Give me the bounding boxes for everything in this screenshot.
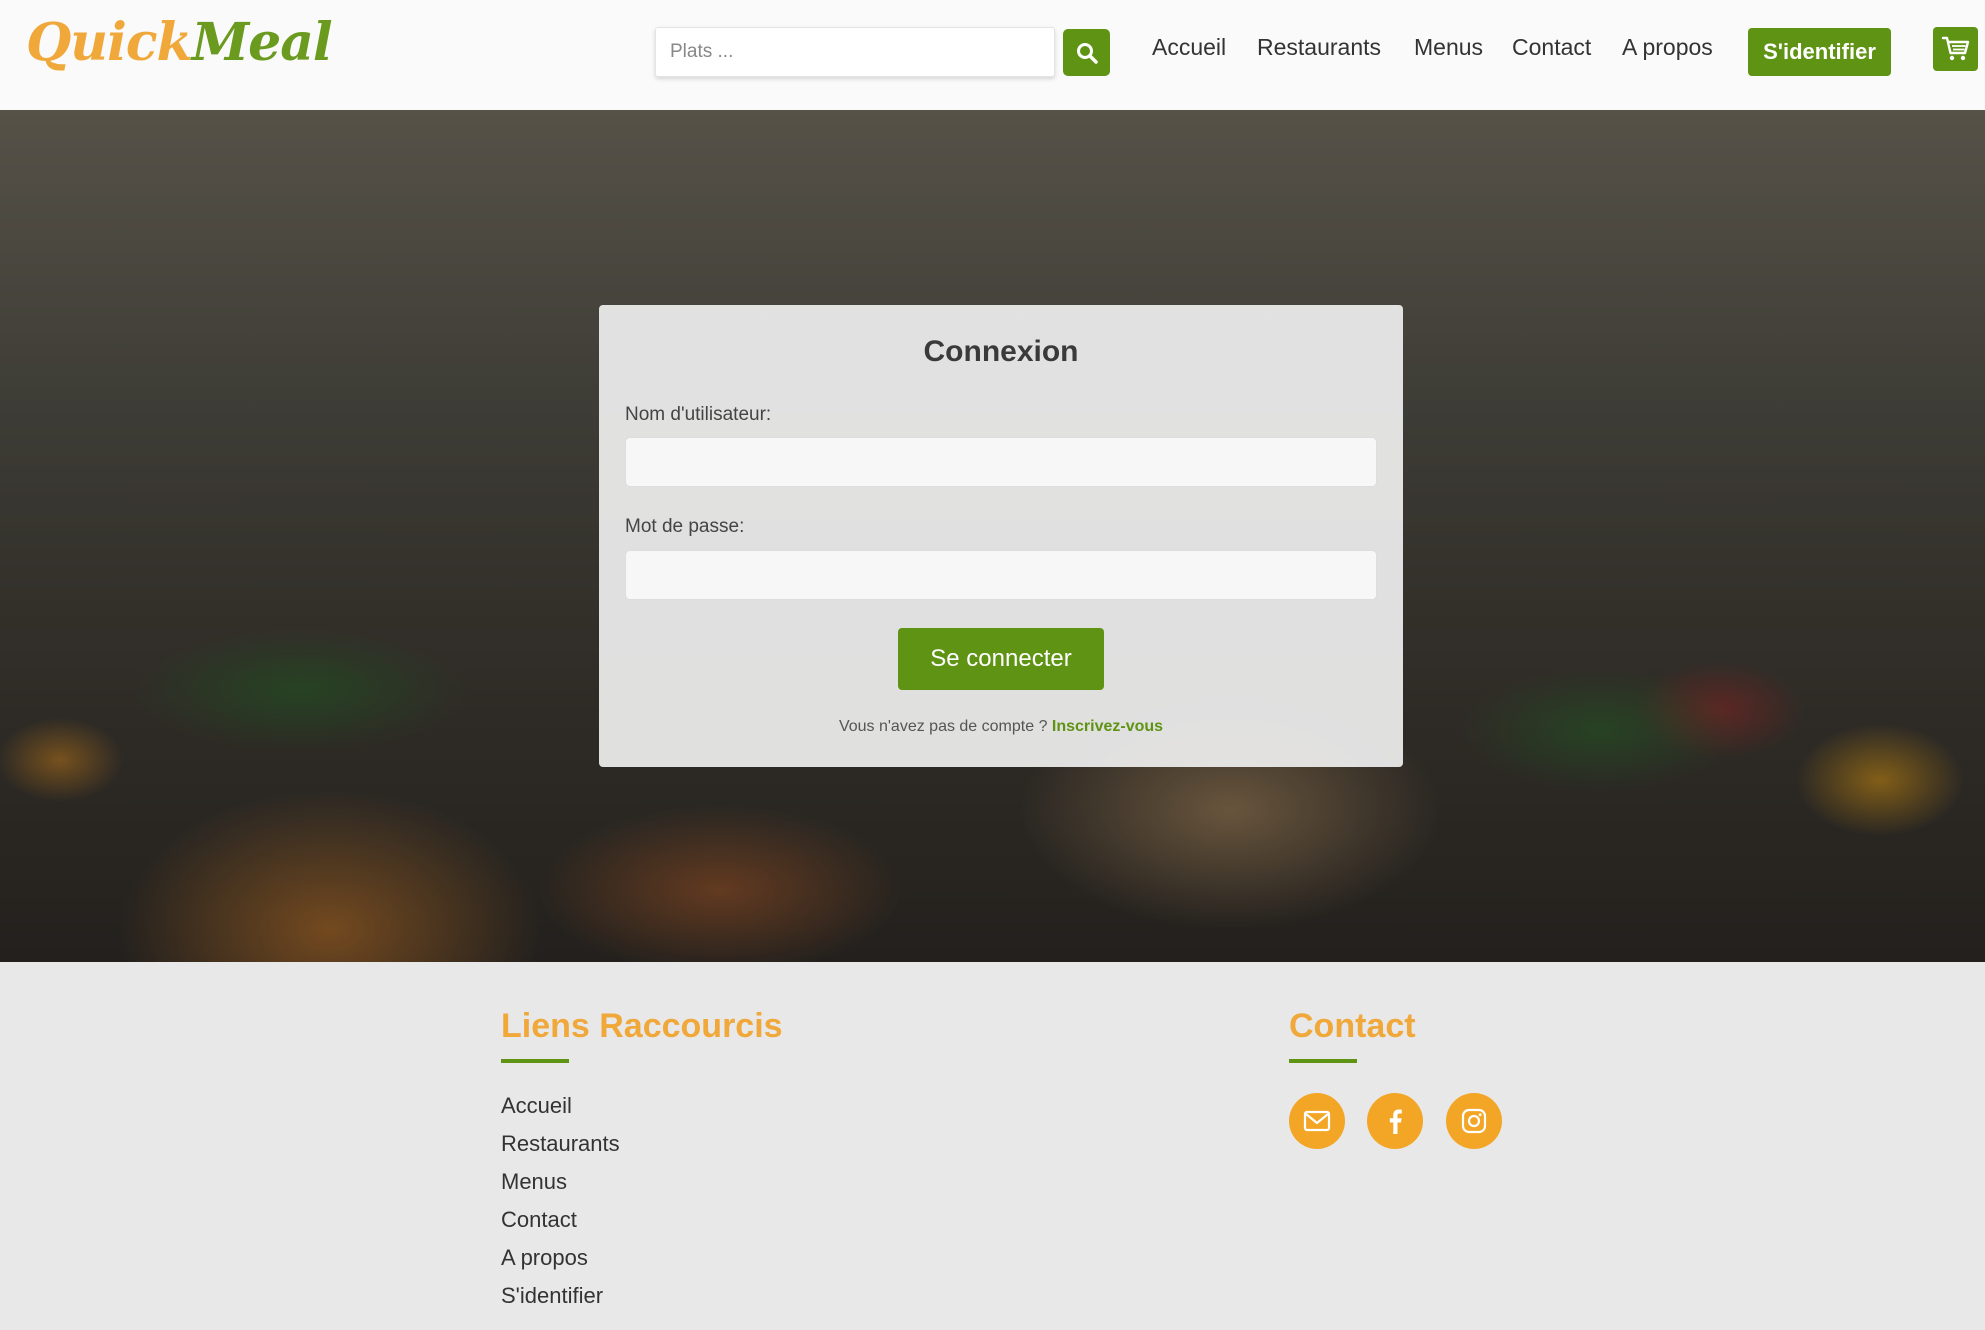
- footer-link-sidentifier[interactable]: S'identifier: [501, 1277, 620, 1315]
- nav-contact[interactable]: Contact: [1512, 34, 1591, 61]
- search-icon: [1076, 42, 1098, 64]
- logo-part-meal: Meal: [191, 12, 333, 73]
- login-nav-button[interactable]: S'identifier: [1748, 28, 1891, 76]
- email-icon: [1303, 1110, 1331, 1132]
- login-card: Connexion Nom d'utilisateur: Mot de pass…: [599, 305, 1403, 767]
- login-title: Connexion: [923, 335, 1079, 368]
- nav-a-propos[interactable]: A propos: [1622, 34, 1713, 61]
- nav-accueil[interactable]: Accueil: [1152, 34, 1226, 61]
- username-label: Nom d'utilisateur:: [625, 404, 772, 425]
- footer-link-contact[interactable]: Contact: [501, 1201, 620, 1239]
- username-field[interactable]: [625, 437, 1377, 487]
- instagram-button[interactable]: [1446, 1093, 1502, 1149]
- logo[interactable]: QuickMeal: [26, 12, 333, 73]
- top-header: QuickMeal Accueil Restaurants Menus Cont…: [0, 0, 1985, 110]
- email-button[interactable]: [1289, 1093, 1345, 1149]
- cart-button[interactable]: [1933, 27, 1978, 71]
- footer-link-restaurants[interactable]: Restaurants: [501, 1125, 620, 1163]
- footer-link-accueil[interactable]: Accueil: [501, 1087, 620, 1125]
- no-account-text: Vous n'avez pas de compte ?: [838, 718, 1052, 735]
- footer-link-menus[interactable]: Menus: [501, 1163, 620, 1201]
- links-heading-underline: [501, 1059, 569, 1063]
- signup-prompt: Vous n'avez pas de compte ? Inscrivez-vo…: [599, 718, 1403, 736]
- nav-menus[interactable]: Menus: [1414, 34, 1483, 61]
- facebook-icon: [1389, 1109, 1402, 1134]
- footer-links-heading: Liens Raccourcis: [501, 1007, 783, 1045]
- footer-links-list: Accueil Restaurants Menus Contact A prop…: [501, 1087, 620, 1315]
- footer: Liens Raccourcis Accueil Restaurants Men…: [0, 962, 1985, 1330]
- footer-contact-heading: Contact: [1289, 1007, 1416, 1045]
- password-field[interactable]: [625, 550, 1377, 600]
- instagram-icon: [1461, 1108, 1487, 1134]
- cart-icon: [1941, 36, 1969, 61]
- login-submit-button[interactable]: Se connecter: [898, 628, 1104, 690]
- footer-link-a-propos[interactable]: A propos: [501, 1239, 620, 1277]
- nav-restaurants[interactable]: Restaurants: [1257, 34, 1381, 61]
- logo-part-quick: Quick: [26, 12, 193, 73]
- facebook-button[interactable]: [1367, 1093, 1423, 1149]
- hero-background: Connexion Nom d'utilisateur: Mot de pass…: [0, 110, 1985, 962]
- search-input[interactable]: [655, 27, 1055, 77]
- signup-link[interactable]: Inscrivez-vous: [1052, 718, 1163, 735]
- password-label: Mot de passe:: [625, 516, 745, 537]
- search-button[interactable]: [1063, 29, 1110, 76]
- contact-heading-underline: [1289, 1059, 1357, 1063]
